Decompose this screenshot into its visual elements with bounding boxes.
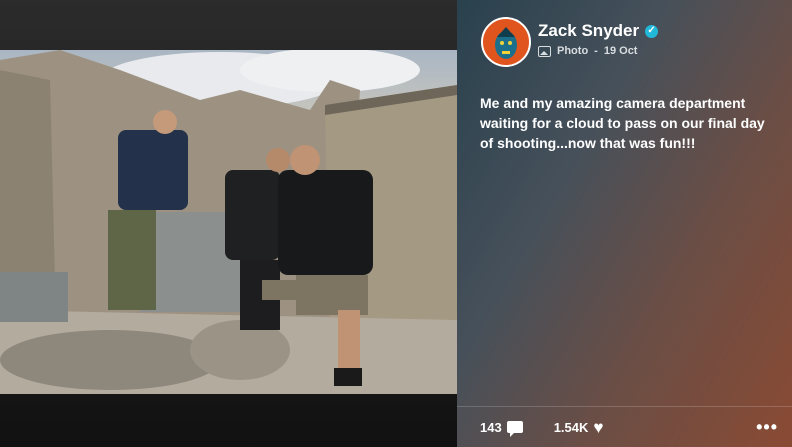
post-photo[interactable]: [0, 50, 457, 394]
post-info-panel: Zack Snyder ✓ Photo - 19 Oct Me and my a…: [457, 0, 792, 447]
post-footer: 143 1.54K ♥ •••: [457, 406, 792, 447]
author-name[interactable]: Zack Snyder: [538, 21, 639, 41]
photo-icon: [538, 45, 551, 57]
verified-check-icon: ✓: [645, 24, 659, 38]
author-row: Zack Snyder ✓: [538, 21, 659, 41]
heart-icon: ♥: [593, 417, 604, 437]
meta-separator: -: [594, 45, 598, 57]
avatar-art-icon: [495, 27, 517, 59]
comment-count: 143: [480, 419, 502, 435]
post-meta: Photo - 19 Oct: [538, 45, 637, 57]
more-options-button[interactable]: •••: [756, 417, 778, 438]
likes-button[interactable]: 1.54K ♥: [554, 419, 604, 436]
post-caption: Me and my amazing camera department wait…: [480, 95, 765, 151]
like-count: 1.54K: [553, 419, 589, 435]
post-date: 19 Oct: [603, 45, 638, 57]
comment-icon: [506, 421, 523, 437]
avatar[interactable]: [481, 17, 531, 67]
media-panel: [0, 0, 457, 447]
media-type: Photo: [557, 45, 589, 57]
comments-button[interactable]: 143: [480, 419, 523, 437]
photo-scene: [0, 50, 457, 394]
